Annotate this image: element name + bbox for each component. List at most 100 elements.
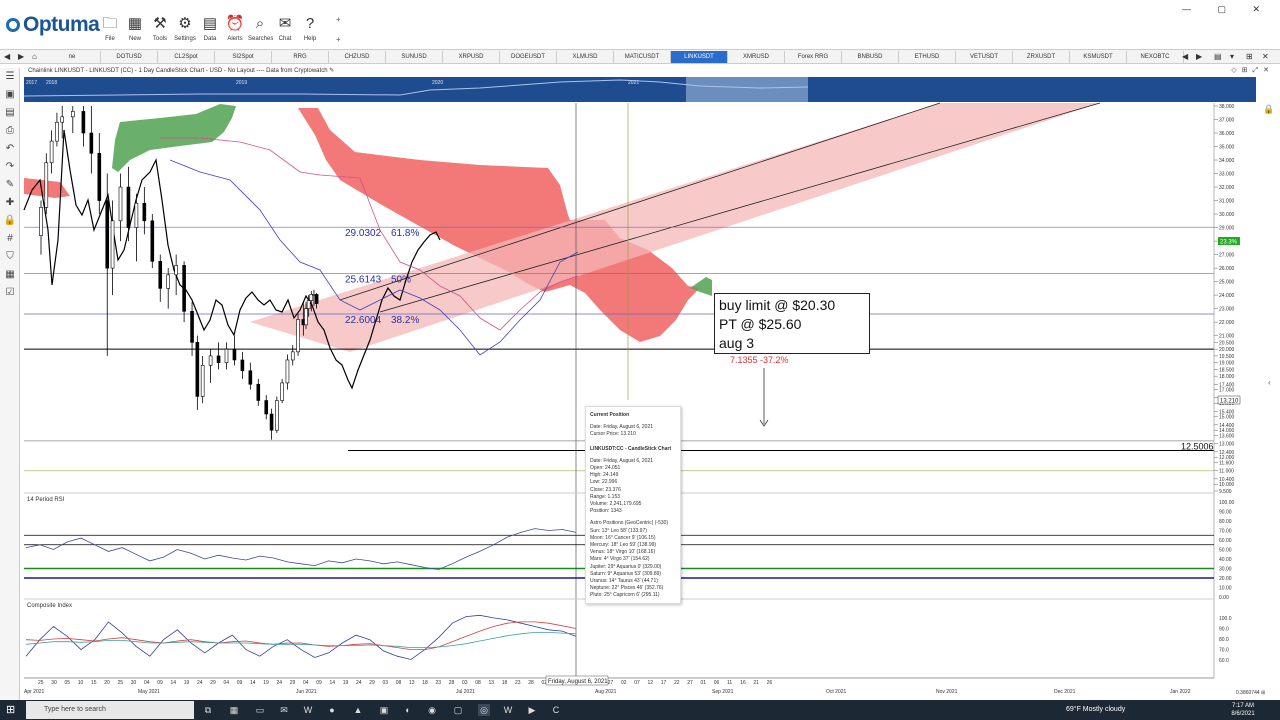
candle-body[interactable] (264, 400, 269, 415)
calculator-icon[interactable]: ▦ (228, 704, 240, 716)
x-axis-tick-label: 18 (422, 680, 428, 686)
candle-body[interactable] (60, 116, 65, 123)
candle-body[interactable] (89, 132, 94, 154)
candle-body[interactable] (150, 220, 155, 262)
candle-body[interactable] (200, 365, 205, 397)
candle-body[interactable] (280, 382, 284, 401)
x-axis-tick-label: 23 (515, 680, 521, 686)
candle-body[interactable] (126, 186, 131, 228)
candle-body[interactable] (275, 400, 279, 431)
candle-body[interactable] (290, 351, 295, 361)
edge-browser-icon[interactable]: ◐ (402, 704, 414, 716)
windows-taskbar: ⊞ Type here to search ⧉ ▦ ▭ ✉ W ● ▲ ▣ ◐ … (0, 700, 1280, 720)
price-axis-label: 38.000 (1219, 104, 1235, 110)
x-axis-month-label: Jul 2021 (456, 689, 475, 695)
fib-level-percent: 38.2% (391, 315, 419, 326)
x-axis-tick-label: 11 (727, 680, 732, 686)
composite-axis-label: 70.0 (1219, 648, 1229, 654)
store-icon[interactable]: ▢ (452, 704, 464, 716)
composite-axis-label: 60.0 (1219, 658, 1229, 664)
rsi-axis-label: 90.00 (1219, 510, 1232, 516)
candle-body[interactable] (110, 220, 115, 269)
expand-panel-icon[interactable]: ‹ (1268, 378, 1271, 387)
candle-body[interactable] (296, 319, 300, 353)
explorer-icon[interactable]: ▭ (254, 704, 266, 716)
price-axis-label: 20.000 (1219, 347, 1235, 353)
composite-title: Composite Index (27, 603, 72, 609)
candle-body[interactable] (81, 111, 86, 134)
candle-body[interactable] (142, 202, 147, 222)
composite-line (25, 614, 577, 660)
candle-body[interactable] (158, 261, 163, 289)
candle-body[interactable] (314, 294, 319, 304)
app-icon[interactable]: ● (326, 704, 338, 716)
media-icon[interactable]: ▣ (378, 704, 390, 716)
candle-body[interactable] (306, 300, 311, 309)
candle-body[interactable] (118, 186, 123, 222)
x-axis-month-label: May 2021 (138, 689, 160, 695)
data-tooltip: Current Position Date: Friday, August 6,… (585, 406, 681, 604)
word-icon[interactable]: W (302, 704, 314, 716)
mail-icon[interactable]: ✉ (278, 704, 290, 716)
x-axis-tick-label: 03 (462, 680, 468, 686)
optuma-taskbar-icon[interactable]: ◎ (478, 704, 490, 716)
brave-browser-icon[interactable]: ▲ (352, 704, 364, 716)
x-axis-tick-label: 19 (343, 680, 349, 686)
candle-body[interactable] (55, 121, 59, 142)
price-axis-label: 36.000 (1219, 131, 1235, 137)
x-axis-tick-label: 28 (528, 680, 534, 686)
candle-body[interactable] (256, 383, 261, 401)
taskbar-weather[interactable]: 69°F Mostly cloudy (1066, 700, 1125, 720)
candle-body[interactable] (195, 342, 200, 397)
candle-body[interactable] (174, 265, 178, 276)
windows-start-icon[interactable]: ⊞ (6, 704, 18, 716)
composite-axis-label: 90.0 (1219, 627, 1229, 633)
candle-body[interactable] (105, 200, 110, 269)
overview-window[interactable] (686, 77, 808, 102)
chart-canvas[interactable]: 2017 2018 2019 2020 2021 29.0302 61.8%25.6143… (0, 0, 1280, 720)
price-axis-label: 31.000 (1219, 199, 1235, 205)
taskbar-clock[interactable]: 7:17 AM 8/6/2021 (1226, 702, 1260, 718)
candle-body[interactable] (232, 348, 237, 361)
candle-body[interactable] (240, 359, 245, 372)
candle-body[interactable] (71, 111, 75, 118)
candle-body[interactable] (304, 308, 308, 326)
candle-body[interactable] (44, 162, 49, 208)
chrome-browser-icon[interactable]: ◉ (426, 704, 438, 716)
rsi-line (25, 528, 577, 570)
video-icon[interactable]: ▶ (526, 704, 538, 716)
price-axis-label: 27.000 (1219, 253, 1235, 259)
candle-body[interactable] (224, 348, 229, 363)
candle-body[interactable] (39, 207, 43, 236)
cursor-date-tag: Friday, August 6, 2021 (548, 679, 608, 685)
x-axis-tick-label: 27 (608, 680, 614, 686)
taskbar-search-box[interactable]: Type here to search (26, 701, 194, 719)
candle-body[interactable] (190, 311, 194, 343)
x-axis-tick-label: 19 (263, 680, 269, 686)
candle-body[interactable] (269, 413, 274, 431)
candle-body[interactable] (285, 359, 290, 384)
x-axis-month-label: Nov 2021 (936, 689, 958, 695)
word-doc-icon[interactable]: W (502, 704, 514, 716)
candle-body[interactable] (134, 202, 139, 228)
price-axis-label: 21.000 (1219, 334, 1235, 340)
candle-body[interactable] (248, 370, 253, 385)
candle-body[interactable] (216, 355, 221, 363)
tooltip-open: Open: 24.051 (590, 465, 621, 472)
candle-body[interactable] (97, 152, 102, 201)
horizontal-level-label: 12.5006 (1181, 441, 1214, 451)
scale-lock-icon[interactable]: 🔒 (1262, 104, 1276, 118)
candle-body[interactable] (208, 355, 213, 366)
price-axis-label: 18.500 (1219, 367, 1235, 373)
trade-note-box[interactable]: buy limit @ $20.30 PT @ $25.60 aug 3 (714, 293, 870, 354)
rsi-axis-label: 10.00 (1219, 586, 1232, 592)
task-view-icon[interactable]: ⧉ (202, 704, 214, 716)
candle-body[interactable] (182, 265, 186, 312)
x-axis-tick-label: 24 (277, 680, 283, 686)
composite-axis-label: 80.0 (1219, 637, 1229, 643)
candle-body[interactable] (49, 140, 54, 164)
x-axis-tick-label: 14 (171, 680, 177, 686)
x-axis-month-label: Jun 2021 (296, 689, 317, 695)
camtasia-icon[interactable]: C (550, 704, 562, 716)
candle-body[interactable] (166, 274, 170, 289)
